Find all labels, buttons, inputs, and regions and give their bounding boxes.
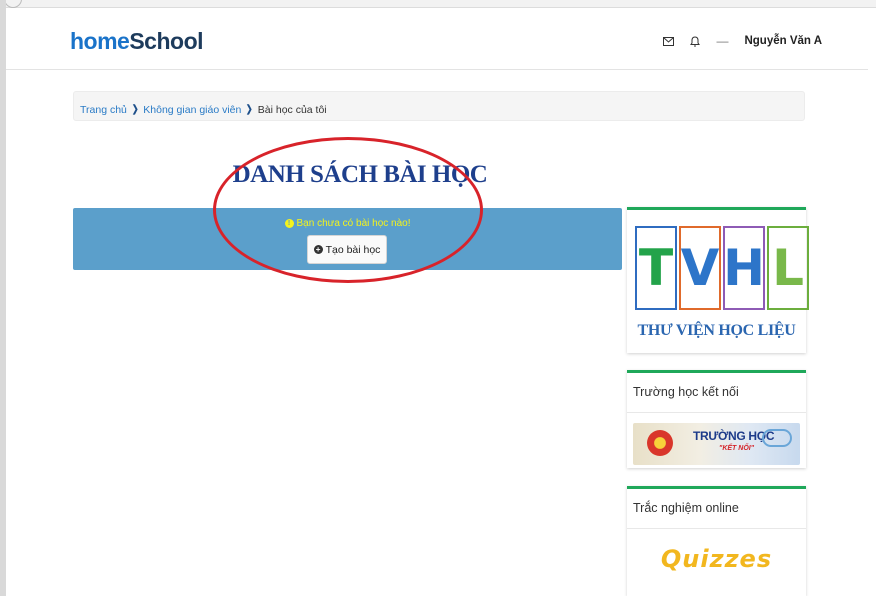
empty-state-text: Bạn chưa có bài học nào! xyxy=(296,218,411,229)
browser-frame-left xyxy=(0,0,6,596)
plus-circle-icon: + xyxy=(313,245,323,254)
banner-sub-text: "KẾT NỐI" xyxy=(719,445,755,452)
connected-school-banner[interactable]: TRƯỜNG HỌC "KẾT NỐI" xyxy=(633,423,800,465)
user-separator: — xyxy=(716,34,729,48)
online-quiz-widget: Trắc nghiệm online Quizzes xyxy=(627,486,806,596)
empty-state-message: ! Bạn chưa có bài học nào! xyxy=(73,218,622,229)
chevron-right-icon: ❯ xyxy=(246,104,253,115)
connected-school-widget: Trường học kết nối TRƯỜNG HỌC "KẾT NỐI" xyxy=(627,370,806,468)
tvhl-library-widget[interactable]: T V H L THƯ VIỆN HỌC LIỆU xyxy=(627,207,809,353)
national-emblem-icon xyxy=(647,430,673,456)
breadcrumb: Trang chủ ❯ Không gian giáo viên ❯ Bài h… xyxy=(73,91,805,121)
tvhl-logo: T V H L xyxy=(635,226,809,310)
bell-icon[interactable] xyxy=(690,35,701,47)
mail-icon[interactable] xyxy=(663,36,675,46)
brand-logo-part2: School xyxy=(129,28,204,54)
navbar-right: — Nguyễn Văn A xyxy=(663,34,822,48)
tvhl-tile-h: H xyxy=(723,226,765,310)
top-navbar: homeSchool — Nguyễn Văn A xyxy=(6,8,868,70)
tvhl-tile-l: L xyxy=(767,226,809,310)
create-lesson-button[interactable]: + Tạo bài học xyxy=(307,235,387,264)
connected-school-title: Trường học kết nối xyxy=(627,373,806,413)
breadcrumb-home-link[interactable]: Trang chủ xyxy=(80,104,127,116)
breadcrumb-teacher-space-link[interactable]: Không gian giáo viên xyxy=(143,104,241,116)
brand-logo[interactable]: homeSchool xyxy=(70,28,204,55)
tvhl-tile-v: V xyxy=(679,226,721,310)
window-corner xyxy=(4,0,22,8)
quizizz-logo[interactable]: Quizzes xyxy=(627,545,806,573)
create-lesson-label: Tạo bài học xyxy=(325,243,381,256)
browser-frame-top xyxy=(0,0,876,8)
brand-logo-part1: home xyxy=(70,28,130,54)
info-icon: ! xyxy=(284,219,294,228)
lesson-list-panel: ! Bạn chưa có bài học nào! + Tạo bài học xyxy=(73,208,622,270)
page-title: DANH SÁCH BÀI HỌC xyxy=(232,161,488,188)
breadcrumb-current: Bài học của tôi xyxy=(257,103,327,116)
tvhl-tile-t: T xyxy=(635,226,677,310)
user-menu[interactable]: Nguyễn Văn A xyxy=(744,35,822,47)
chevron-right-icon: ❯ xyxy=(131,104,139,115)
online-quiz-title: Trắc nghiệm online xyxy=(627,489,806,529)
tvhl-caption: THƯ VIỆN HỌC LIỆU xyxy=(637,322,796,339)
cloud-icon xyxy=(762,429,792,447)
